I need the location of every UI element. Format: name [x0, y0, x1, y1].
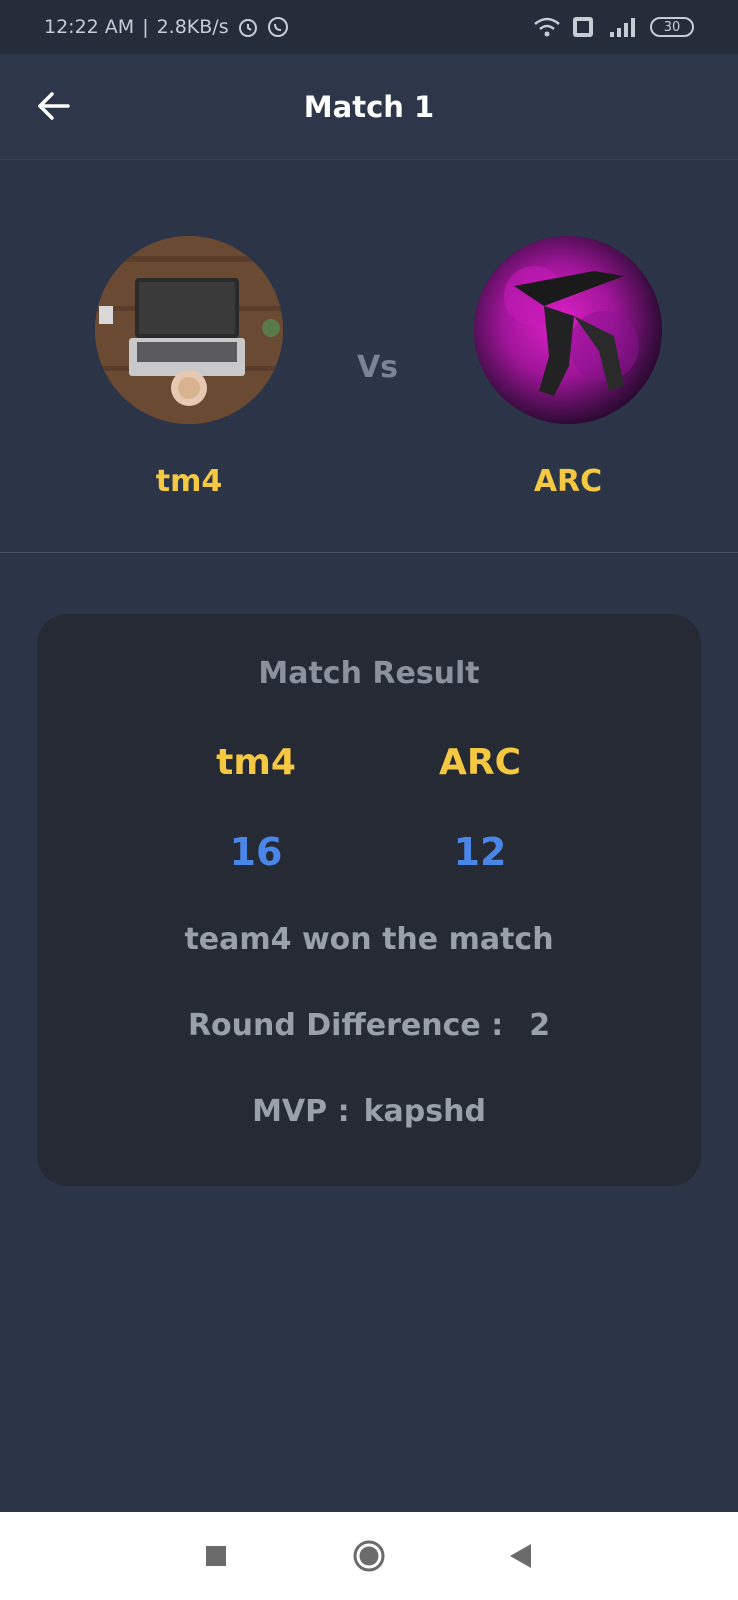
recents-icon: [204, 1544, 228, 1572]
divider: [0, 552, 738, 553]
back-button[interactable]: [34, 90, 74, 126]
status-bar: 12:22 AM | 2.8KB/s 30: [0, 0, 738, 54]
page-title: Match 1: [303, 89, 435, 124]
status-right: 30: [532, 16, 694, 38]
team-right-name: ARC: [533, 464, 603, 499]
system-nav-bar: [0, 1512, 738, 1600]
team-right-avatar[interactable]: [474, 236, 662, 424]
home-button[interactable]: [349, 1540, 389, 1576]
status-separator: |: [142, 16, 149, 38]
battery-indicator: 30: [650, 17, 694, 37]
status-time: 12:22 AM: [44, 16, 135, 38]
round-difference-value: 2: [529, 1008, 551, 1043]
team-left-avatar[interactable]: [95, 236, 283, 424]
mvp-value: kapshd: [363, 1094, 486, 1129]
nav-back-button[interactable]: [500, 1540, 540, 1576]
vs-label: Vs: [356, 350, 399, 385]
result-team-left: tm4: [216, 742, 296, 783]
result-team-right: ARC: [438, 742, 521, 783]
mvp: MVP : kapshd: [37, 1094, 701, 1129]
team-left-name: tm4: [155, 464, 223, 499]
wifi-icon: [532, 16, 562, 38]
round-difference-label: Round Difference :: [187, 1008, 504, 1043]
signal-icon: [604, 16, 640, 38]
status-left: 12:22 AM | 2.8KB/s: [44, 16, 289, 38]
recents-button[interactable]: [196, 1540, 236, 1576]
arrow-left-icon: [37, 91, 71, 125]
score-left: 16: [229, 830, 283, 874]
winner-text: team4 won the match: [184, 922, 554, 957]
match-result-card: Match Result tm4 ARC 16 12 team4 won the…: [37, 614, 701, 1186]
teams-header: Vs tm4 ARC: [0, 160, 738, 552]
mvp-label: MVP :: [252, 1094, 350, 1129]
whatsapp-icon: [267, 16, 289, 38]
status-speed: 2.8KB/s: [156, 16, 229, 38]
round-difference: Round Difference : 2: [37, 1008, 701, 1043]
back-icon: [507, 1542, 533, 1574]
app-bar: Match 1: [0, 54, 738, 160]
volte-icon: [572, 16, 594, 38]
home-icon: [352, 1539, 386, 1577]
result-title: Match Result: [258, 656, 480, 691]
alarm-icon: [237, 16, 259, 38]
score-right: 12: [453, 830, 507, 874]
